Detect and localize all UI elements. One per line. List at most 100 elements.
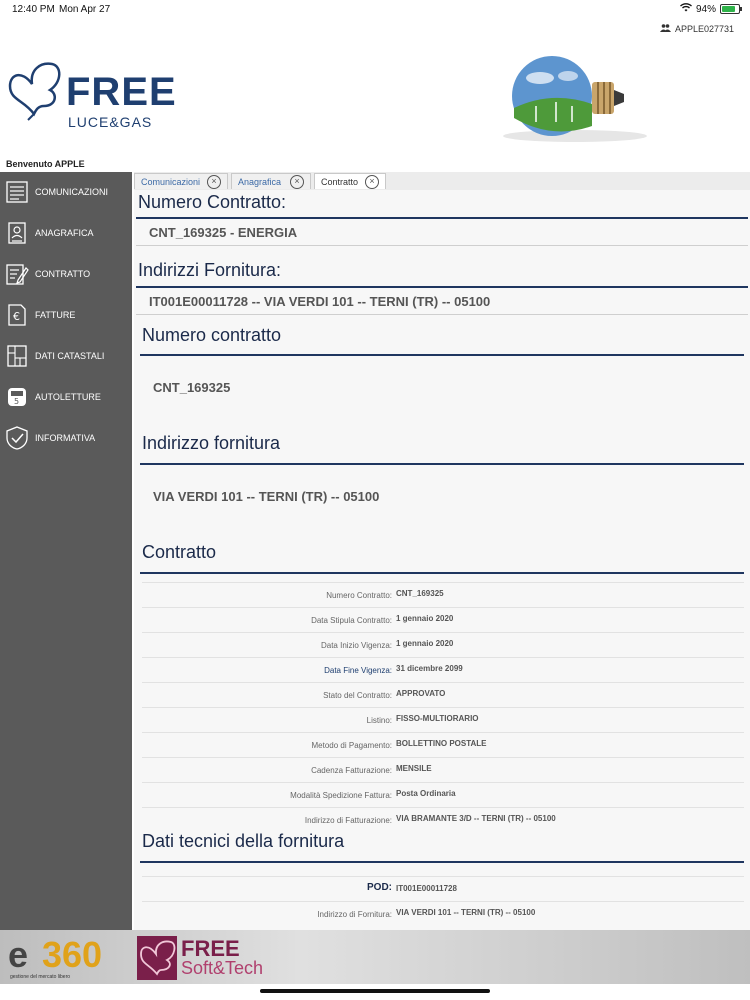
contratto-row: Data Stipula Contratto: 1 gennaio 2020 bbox=[142, 607, 744, 632]
section-numero-value: CNT_169325 bbox=[153, 380, 231, 395]
e360-logo: e 360 gestione del mercato libero bbox=[8, 934, 128, 982]
numero-contratto-value: CNT_169325 - ENERGIA bbox=[149, 225, 298, 240]
butterfly-logo-icon bbox=[137, 936, 177, 980]
sidebar-item-label: ANAGRAFICA bbox=[35, 228, 94, 238]
section-indirizzo-fornitura: Indirizzo fornitura bbox=[142, 433, 281, 453]
shield-check-icon bbox=[5, 426, 29, 450]
contratto-row: Data Inizio Vigenza: 1 gennaio 2020 bbox=[142, 632, 744, 657]
contratto-row: Stato del Contratto: APPROVATO bbox=[142, 682, 744, 707]
row-value: Posta Ordinaria bbox=[396, 789, 456, 798]
row-value: VIA BRAMANTE 3/D -- TERNI (TR) -- 05100 bbox=[396, 814, 556, 823]
tab-label: Comunicazioni bbox=[141, 176, 201, 187]
close-tab-icon[interactable]: × bbox=[290, 175, 304, 189]
pod-label: POD: bbox=[367, 882, 392, 893]
status-time: 12:40 PM bbox=[12, 4, 55, 15]
section-dati-tecnici: Dati tecnici della fornitura bbox=[142, 831, 345, 851]
row-value: FISSO-MULTIORARIO bbox=[396, 714, 479, 723]
free-luce-gas-logo: FREE LUCE&GAS bbox=[6, 56, 186, 136]
svg-text:5: 5 bbox=[14, 397, 19, 406]
tab-label: Contratto bbox=[321, 176, 359, 187]
divider bbox=[136, 245, 748, 246]
row-label: Metodo di Pagamento: bbox=[311, 741, 393, 750]
row-value: 1 gennaio 2020 bbox=[396, 639, 454, 648]
pod-value: IT001E00011728 bbox=[396, 884, 457, 893]
e360-number: 360 bbox=[42, 934, 103, 975]
battery-icon bbox=[720, 4, 742, 14]
wifi-icon bbox=[680, 3, 692, 15]
row-label: Modalità Spedizione Fattura: bbox=[290, 791, 392, 800]
section-indirizzo-value: VIA VERDI 101 -- TERNI (TR) -- 05100 bbox=[153, 489, 380, 504]
contratto-row: Listino: FISSO-MULTIORARIO bbox=[142, 707, 744, 732]
row-value: CNT_169325 bbox=[396, 589, 444, 598]
row-label: Numero Contratto: bbox=[326, 591, 392, 600]
divider bbox=[140, 572, 744, 574]
indirizzi-fornitura-title: Indirizzi Fornitura: bbox=[138, 260, 282, 280]
divider bbox=[140, 861, 744, 863]
pod-row: POD: IT001E00011728 bbox=[142, 876, 744, 901]
row-label: Data Stipula Contratto: bbox=[311, 616, 392, 625]
contratto-row: Modalità Spedizione Fattura: Posta Ordin… bbox=[142, 782, 744, 807]
euro-invoice-icon: € bbox=[5, 303, 29, 327]
indirizzi-fornitura-value: IT001E00011728 -- VIA VERDI 101 -- TERNI… bbox=[149, 294, 491, 309]
svg-text:€: € bbox=[13, 310, 20, 323]
sidebar: COMUNICAZIONI ANAGRAFICA CONTRATTO € FAT… bbox=[0, 172, 132, 932]
divider bbox=[140, 463, 744, 465]
row-label: Indirizzo di Fatturazione: bbox=[304, 816, 392, 825]
e360-tagline: gestione del mercato libero bbox=[10, 974, 71, 980]
welcome-text: Benvenuto APPLE bbox=[6, 159, 85, 169]
section-numero-contratto: Numero contratto bbox=[142, 325, 282, 345]
numero-contratto-title: Numero Contratto: bbox=[138, 192, 287, 212]
fst-soft-tech: Soft&Tech bbox=[181, 958, 264, 978]
row-value: MENSILE bbox=[396, 764, 432, 773]
contratto-row: Numero Contratto: CNT_169325 bbox=[142, 582, 744, 607]
row-label: Data Inizio Vigenza: bbox=[320, 641, 392, 650]
tab-label: Anagrafica bbox=[238, 176, 282, 187]
free-soft-tech-logo: FREE Soft&Tech bbox=[137, 934, 297, 982]
light-bulb-image bbox=[500, 56, 650, 144]
user-card-icon bbox=[5, 221, 29, 245]
close-tab-icon[interactable]: × bbox=[207, 175, 221, 189]
sidebar-item-contratto[interactable]: CONTRATTO bbox=[0, 257, 132, 291]
battery-percent: 94% bbox=[695, 3, 716, 15]
indirizzo-fornitura-row: Indirizzo di Fornitura: VIA VERDI 101 --… bbox=[142, 901, 744, 926]
e360-letter: e bbox=[8, 934, 29, 975]
row-label: Stato del Contratto: bbox=[323, 691, 392, 700]
tab-contratto[interactable]: Contratto × bbox=[314, 173, 386, 189]
user-code: APPLE027731 bbox=[674, 24, 734, 34]
building-plan-icon bbox=[5, 344, 29, 368]
users-icon bbox=[659, 24, 671, 34]
row-label: Listino: bbox=[366, 716, 392, 725]
sidebar-item-label: COMUNICAZIONI bbox=[35, 187, 108, 197]
sidebar-item-autoletture[interactable]: 5 AUTOLETTURE bbox=[0, 380, 132, 414]
close-tab-icon[interactable]: × bbox=[365, 175, 379, 189]
section-contratto: Contratto bbox=[142, 542, 217, 562]
sidebar-item-anagrafica[interactable]: ANAGRAFICA bbox=[0, 216, 132, 250]
sidebar-item-label: FATTURE bbox=[35, 310, 76, 320]
tab-anagrafica[interactable]: Anagrafica × bbox=[231, 173, 311, 189]
contratto-row: Cadenza Fatturazione: MENSILE bbox=[142, 757, 744, 782]
tab-comunicazioni[interactable]: Comunicazioni × bbox=[134, 173, 228, 189]
contratto-row: Indirizzo di Fatturazione: VIA BRAMANTE … bbox=[142, 807, 744, 832]
row-label: Indirizzo di Fornitura: bbox=[317, 910, 392, 919]
sidebar-item-fatture[interactable]: € FATTURE bbox=[0, 298, 132, 332]
user-account[interactable]: APPLE027731 bbox=[659, 24, 734, 34]
sidebar-item-label: AUTOLETTURE bbox=[35, 392, 101, 402]
sidebar-item-label: DATI CATASTALI bbox=[35, 351, 105, 361]
main-content: Numero Contratto: CNT_169325 - ENERGIA I… bbox=[134, 190, 750, 930]
contratto-row: Data Fine Vigenza: 31 dicembre 2099 bbox=[142, 657, 744, 682]
sidebar-item-dati-catastali[interactable]: DATI CATASTALI bbox=[0, 339, 132, 373]
row-value: BOLLETTINO POSTALE bbox=[396, 739, 487, 748]
sidebar-item-label: CONTRATTO bbox=[35, 269, 91, 279]
brand-luce-gas: LUCE&GAS bbox=[68, 114, 153, 130]
row-value: 31 dicembre 2099 bbox=[396, 664, 463, 673]
footer: e 360 gestione del mercato libero FREE S… bbox=[0, 930, 750, 984]
butterfly-icon bbox=[8, 62, 61, 121]
sidebar-item-informativa[interactable]: INFORMATIVA bbox=[0, 421, 132, 455]
sidebar-item-comunicazioni[interactable]: COMUNICAZIONI bbox=[0, 175, 132, 209]
divider bbox=[136, 286, 748, 288]
row-label: Data Fine Vigenza: bbox=[324, 666, 392, 675]
status-right: 94% bbox=[680, 3, 742, 15]
meter-icon: 5 bbox=[5, 385, 29, 409]
divider bbox=[136, 217, 748, 219]
home-indicator[interactable] bbox=[260, 989, 490, 993]
